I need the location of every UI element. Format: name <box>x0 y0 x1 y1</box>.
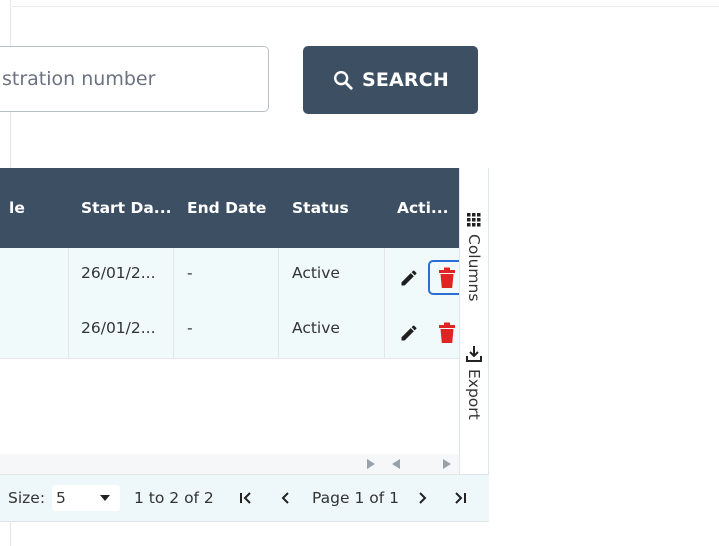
table-row: 26/01/2... - Active <box>0 248 465 304</box>
chevron-left-icon <box>278 490 292 506</box>
scroll-left-icon[interactable] <box>392 459 400 469</box>
search-field[interactable] <box>0 46 269 112</box>
export-button[interactable]: Export <box>460 345 488 435</box>
edit-button[interactable] <box>397 266 421 290</box>
table-row: 26/01/2... - Active <box>0 303 459 359</box>
page-size-label: Size: <box>8 489 46 507</box>
pencil-icon <box>399 323 419 343</box>
end-date-cell: - <box>187 264 193 282</box>
last-page-button[interactable] <box>452 475 468 521</box>
grid-icon <box>467 212 481 231</box>
download-icon <box>465 345 483 367</box>
search-button-label: SEARCH <box>361 69 450 91</box>
grid-empty-area <box>0 359 459 454</box>
status-cell: Active <box>292 264 340 282</box>
column-header-end-date[interactable]: End Date <box>187 168 266 248</box>
column-header-vehicle[interactable]: le <box>0 168 60 248</box>
pencil-icon <box>399 268 419 288</box>
status-cell: Active <box>292 319 340 337</box>
start-date-cell: 26/01/2... <box>81 264 156 282</box>
trash-icon <box>438 322 456 344</box>
start-date-cell: 26/01/2... <box>81 319 156 337</box>
side-toolbar: Columns Export <box>459 168 489 474</box>
data-grid: le Start Da... End Date Status Acti... 2… <box>0 168 489 522</box>
caret-down-icon <box>100 495 110 501</box>
search-button[interactable]: SEARCH <box>303 46 478 114</box>
columns-panel-button[interactable]: Columns <box>460 212 488 314</box>
first-page-button[interactable] <box>238 475 254 521</box>
registration-number-input[interactable] <box>0 47 268 111</box>
horizontal-scrollbar[interactable] <box>0 454 459 474</box>
column-header-start-date[interactable]: Start Da... <box>81 168 171 248</box>
columns-label: Columns <box>465 234 483 302</box>
export-label: Export <box>465 369 483 420</box>
next-page-button[interactable] <box>416 475 430 521</box>
trash-icon <box>438 267 456 289</box>
last-page-icon <box>452 490 468 506</box>
pagination-bar: Size: 5 1 to 2 of 2 Page 1 of 1 <box>0 474 489 522</box>
scroll-right-icon[interactable] <box>443 459 451 469</box>
row-range-text: 1 to 2 of 2 <box>134 489 214 507</box>
column-header-status[interactable]: Status <box>292 168 349 248</box>
page-size-value: 5 <box>56 489 66 507</box>
search-icon <box>332 69 354 91</box>
page-size-select[interactable]: 5 <box>52 485 120 511</box>
chevron-right-icon <box>416 490 430 506</box>
previous-page-button[interactable] <box>278 475 292 521</box>
first-page-icon <box>238 490 254 506</box>
end-date-cell: - <box>187 319 193 337</box>
grid-header: le Start Da... End Date Status Acti... <box>0 168 459 248</box>
top-border <box>12 6 719 7</box>
page-indicator: Page 1 of 1 <box>312 489 399 507</box>
column-header-actions[interactable]: Acti... <box>397 168 449 248</box>
edit-button[interactable] <box>397 321 421 345</box>
scroll-right-icon[interactable] <box>367 459 375 469</box>
